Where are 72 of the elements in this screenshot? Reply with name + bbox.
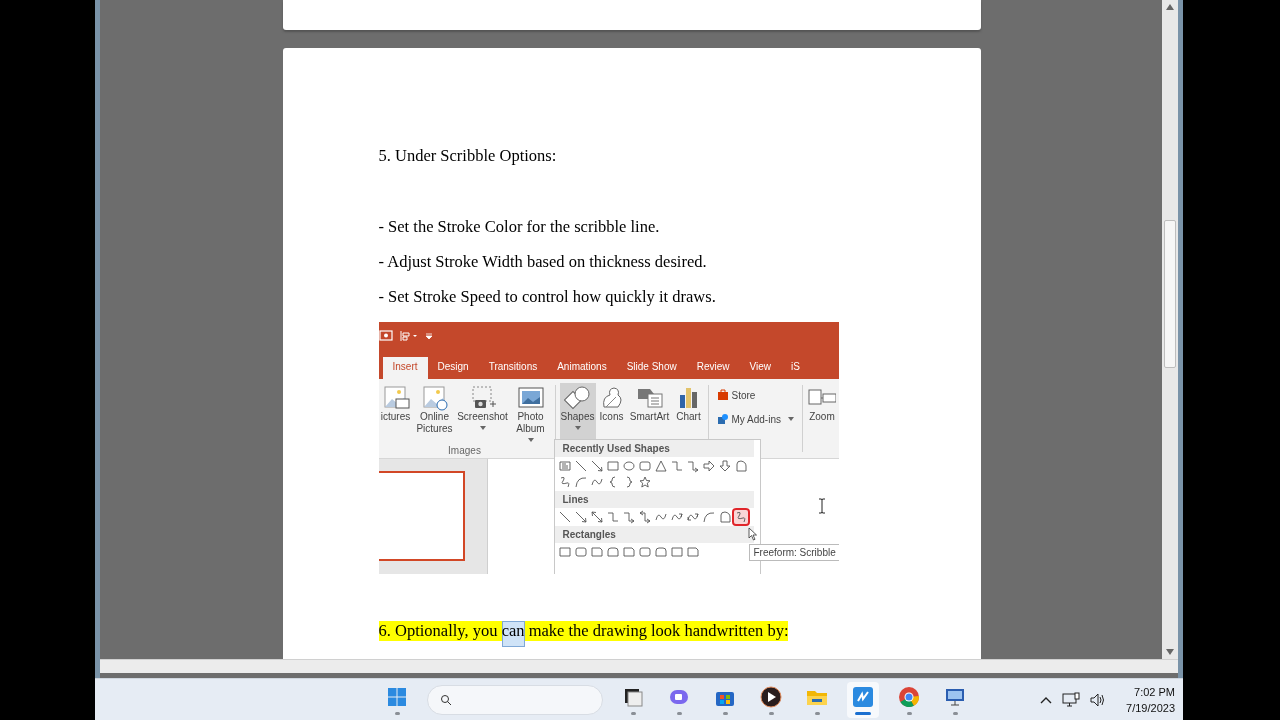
ribbon-tab[interactable]: Slide Show — [616, 357, 687, 379]
slide-thumbnail[interactable] — [378, 471, 465, 561]
vertical-scrollbar[interactable] — [1162, 0, 1178, 659]
star-shape-icon[interactable] — [637, 475, 652, 489]
ribbon-tab[interactable]: Animations — [547, 357, 617, 379]
double-arrow-icon[interactable] — [589, 510, 604, 524]
right-arrow-icon[interactable] — [701, 459, 716, 473]
photo-album-icon — [516, 385, 545, 411]
ribbon-tab[interactable]: Insert — [382, 357, 428, 379]
mouse-pointer-icon — [747, 527, 758, 541]
shopping-bag-icon — [716, 389, 729, 401]
arrow-shape-icon[interactable] — [573, 510, 588, 524]
ribbon-button[interactable]: Screenshot — [456, 383, 509, 445]
whiteboard-app-icon — [851, 684, 875, 709]
browser-icon — [897, 684, 921, 709]
ribbon-tab[interactable]: Review — [686, 357, 740, 379]
paragraph: - Set the Stroke Color for the scribble line. — [378, 217, 661, 237]
paragraph: - Adjust Stroke Width based on thickness desired. — [378, 252, 708, 272]
menu-section-title: Rectangles — [554, 526, 754, 543]
arrow-shape-icon[interactable] — [589, 459, 604, 473]
online-picture-icon — [420, 385, 449, 411]
ribbon-tab[interactable]: iS — [781, 357, 810, 379]
scrollbar-thumb[interactable] — [1164, 220, 1176, 368]
slideshow-icon[interactable] — [378, 329, 393, 342]
search-field[interactable] — [427, 684, 603, 715]
triangle-shape-icon[interactable] — [653, 459, 668, 473]
arc-shape-icon[interactable] — [573, 475, 588, 489]
paragraph: - Set Stroke Speed to control how quickly it draws. — [378, 287, 717, 307]
elbow-connector-icon[interactable] — [669, 459, 684, 473]
rectangle-shape-icon[interactable] — [669, 545, 684, 559]
menu-section-title: Lines — [554, 491, 754, 508]
horizontal-scrollbar[interactable] — [100, 659, 1178, 673]
text-cursor-icon — [817, 498, 826, 514]
start-from-beginning-icon[interactable] — [398, 329, 419, 342]
ribbon-button[interactable]: Photo Album — [510, 383, 551, 445]
down-arrow-icon[interactable] — [717, 459, 732, 473]
ribbon-button[interactable]: My Add-ins — [714, 411, 796, 427]
picture-icon — [381, 385, 410, 411]
arc-shape-icon[interactable] — [701, 510, 716, 524]
network-icon[interactable] — [1062, 691, 1081, 708]
oval-shape-icon[interactable] — [621, 459, 636, 473]
group-label: Images — [447, 445, 482, 456]
curved-double-arrow-icon[interactable] — [685, 510, 700, 524]
scroll-down-icon[interactable] — [1166, 649, 1174, 655]
menu-section-title: Recently Used Shapes — [554, 440, 754, 457]
freeform-shape-icon[interactable] — [733, 459, 748, 473]
paragraph: 6. Optionally, you can make the drawing look handwritten by: — [378, 621, 981, 647]
chevron-up-icon[interactable] — [1040, 695, 1053, 704]
add-ins-icon — [716, 413, 729, 425]
play-icon — [759, 684, 783, 709]
rectangle-shape-icon[interactable] — [557, 545, 572, 559]
ribbon-tab[interactable]: View — [739, 357, 781, 379]
ribbon-button[interactable]: Store — [714, 387, 796, 403]
elbow-arrow-icon[interactable] — [621, 510, 636, 524]
ribbon-tab[interactable]: Transitions — [478, 357, 548, 379]
line-shape-icon[interactable] — [557, 510, 572, 524]
ribbon-button[interactable]: Zoom — [806, 383, 837, 445]
elbow-arrow-icon[interactable] — [685, 459, 700, 473]
clock[interactable]: 7:02 PM 7/19/2023 — [1126, 683, 1175, 716]
scroll-up-icon[interactable] — [1166, 4, 1174, 10]
tooltip: Freeform: Scribble — [748, 544, 839, 561]
ribbon-button[interactable]: ictures — [378, 383, 413, 445]
elbow-double-arrow-icon[interactable] — [637, 510, 652, 524]
search-icon — [440, 693, 452, 706]
freeform-shape-icon[interactable] — [717, 510, 732, 524]
scribble-shape-icon[interactable] — [733, 510, 748, 524]
ribbon-tab[interactable]: Design — [427, 357, 479, 379]
ribbon-button[interactable]: Online Pictures — [414, 383, 455, 445]
speaker-icon[interactable] — [1090, 692, 1107, 707]
shapes-icon — [563, 385, 592, 411]
paragraph: 5. Under Scribble Options: — [378, 146, 558, 166]
line-shape-icon[interactable] — [573, 459, 588, 473]
